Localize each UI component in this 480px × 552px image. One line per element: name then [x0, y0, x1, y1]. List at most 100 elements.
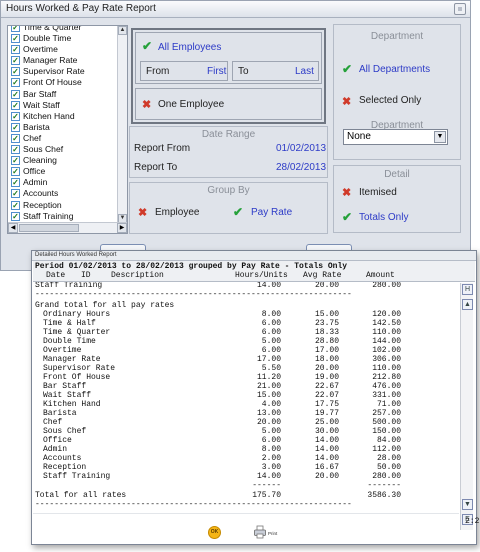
- pay-rate-item[interactable]: ✓ Supervisor Rate: [8, 66, 119, 77]
- pay-rate-item[interactable]: ✓ Staff Training: [8, 211, 119, 222]
- rate-row-hours: 5.50: [261, 364, 281, 373]
- pay-rate-item[interactable]: ✓ Overtime: [8, 44, 119, 55]
- report-body[interactable]: Staff Training 14.00 20.00 280.00 ------…: [33, 282, 459, 512]
- checkbox-checked-icon[interactable]: ✓: [11, 34, 20, 44]
- printer-icon[interactable]: [253, 525, 267, 539]
- pay-rate-checklist[interactable]: ✓ Time & Quarter ✓ Double Time ✓ Overtime ✓ Man…: [7, 25, 128, 234]
- report-from-date[interactable]: 01/02/2013: [276, 143, 326, 154]
- pay-rate-item[interactable]: ✓ Cleaning: [8, 155, 119, 166]
- pay-rate-item[interactable]: ✓ Sous Chef: [8, 144, 119, 155]
- pay-rate-item-label: Staff Training: [23, 210, 74, 221]
- report-vertical-scrollbar[interactable]: H ▲ ▼ E: [460, 283, 473, 530]
- check-icon: ✔: [342, 210, 353, 224]
- scroll-right-icon[interactable]: ▶: [117, 223, 127, 233]
- pay-rate-item[interactable]: ✓ Reception: [8, 200, 119, 211]
- rate-row-hours: 15.00: [256, 391, 281, 400]
- pay-rate-item[interactable]: ✓ Front Of House: [8, 77, 119, 88]
- checkbox-checked-icon[interactable]: ✓: [11, 133, 20, 143]
- pay-rate-item[interactable]: ✓ Barista: [8, 122, 119, 133]
- pay-rate-item[interactable]: ✓ Bar Staff: [8, 89, 119, 100]
- scroll-up-icon[interactable]: ▲: [118, 26, 127, 35]
- totals-only-option[interactable]: Totals Only: [359, 212, 408, 223]
- rate-row-amount: 112.00: [372, 445, 401, 454]
- checkbox-checked-icon[interactable]: ✓: [11, 178, 20, 188]
- checkbox-checked-icon[interactable]: ✓: [11, 56, 20, 66]
- rate-row-name: Admin: [43, 445, 68, 454]
- checklist-vertical-scrollbar[interactable]: ▲ ▼: [117, 26, 127, 223]
- checkbox-checked-icon[interactable]: ✓: [11, 156, 20, 166]
- to-employee-field[interactable]: To Last: [232, 61, 319, 81]
- checkbox-checked-icon[interactable]: ✓: [11, 145, 20, 155]
- report-period-line: Period 01/02/2013 to 28/02/2013 grouped …: [35, 262, 348, 271]
- rate-row-hours: 8.00: [261, 445, 281, 454]
- to-value[interactable]: Last: [295, 66, 314, 77]
- all-employees-box[interactable]: ✔ All Employees From First To Last: [135, 32, 322, 84]
- checkbox-checked-icon[interactable]: ✓: [11, 167, 20, 177]
- group-by-title: Group By: [207, 185, 250, 196]
- pay-rate-item[interactable]: ✓ Double Time: [8, 33, 119, 44]
- scroll-left-icon[interactable]: ◀: [8, 223, 18, 233]
- one-employee-option[interactable]: One Employee: [158, 99, 224, 110]
- print-label[interactable]: Print: [268, 531, 277, 536]
- pay-rate-item[interactable]: ✓ Time & Quarter: [8, 26, 119, 33]
- pay-rate-item[interactable]: ✓ Chef: [8, 133, 119, 144]
- checkbox-checked-icon[interactable]: ✓: [11, 100, 20, 110]
- detail-group: Detail ✖ Itemised ✔ Totals Only: [333, 165, 461, 233]
- pay-rate-item[interactable]: ✓ Office: [8, 166, 119, 177]
- pay-rate-item-label: Supervisor Rate: [23, 66, 85, 77]
- pay-rate-item[interactable]: ✓ Manager Rate: [8, 55, 119, 66]
- report-to-date[interactable]: 28/02/2013: [276, 162, 326, 173]
- from-employee-field[interactable]: From First: [140, 61, 228, 81]
- scroll-up-icon[interactable]: ▲: [462, 299, 473, 310]
- group-by-payrate-option[interactable]: Pay Rate: [251, 207, 292, 218]
- checkbox-checked-icon[interactable]: ✓: [11, 211, 20, 221]
- one-employee-box[interactable]: ✖ One Employee: [135, 88, 322, 120]
- rate-row-name: Chef: [43, 418, 63, 427]
- pay-rate-item[interactable]: ✓ Accounts: [8, 188, 119, 199]
- pay-rate-item[interactable]: ✓ Wait Staff: [8, 100, 119, 111]
- rate-row-name: Ordinary Hours: [43, 310, 111, 319]
- itemised-option[interactable]: Itemised: [359, 187, 397, 198]
- group-by-employee-option[interactable]: Employee: [155, 207, 199, 218]
- checkbox-checked-icon[interactable]: ✓: [11, 200, 20, 210]
- department-select[interactable]: None ▼: [343, 129, 448, 145]
- checkbox-checked-icon[interactable]: ✓: [11, 89, 20, 99]
- rate-row-name: Time & Quarter: [43, 328, 111, 337]
- check-icon: ✔: [342, 62, 353, 76]
- scroll-thumb[interactable]: [19, 224, 79, 232]
- scroll-home-button[interactable]: H: [462, 284, 473, 295]
- pay-rate-item-label: Accounts: [23, 188, 59, 199]
- checklist-horizontal-scrollbar[interactable]: ◀ ▶: [8, 222, 127, 233]
- checkbox-checked-icon[interactable]: ✓: [11, 26, 20, 32]
- all-employees-option[interactable]: All Employees: [158, 42, 221, 53]
- pay-rate-item[interactable]: ✓ Kitchen Hand: [8, 111, 119, 122]
- rate-row-avg: 18.33: [314, 328, 339, 337]
- rate-row-amount: 28.00: [376, 454, 401, 463]
- rate-row-amount: 120.00: [372, 310, 401, 319]
- rate-row-avg: 15.00: [314, 310, 339, 319]
- ok-button[interactable]: OK: [208, 526, 221, 539]
- rate-row-name: Wait Staff: [43, 391, 92, 400]
- rate-row-name: Staff Training: [43, 472, 111, 481]
- scroll-down-icon[interactable]: ▼: [462, 499, 473, 510]
- checkbox-checked-icon[interactable]: ✓: [11, 78, 20, 88]
- pay-rate-item[interactable]: ✓ Admin: [8, 177, 119, 188]
- rate-row-amount: 500.00: [372, 418, 401, 427]
- rate-row-avg: 14.00: [314, 454, 339, 463]
- rate-row-avg: 23.75: [314, 319, 339, 328]
- checkbox-checked-icon[interactable]: ✓: [11, 67, 20, 77]
- window-close-button[interactable]: [454, 3, 466, 15]
- selected-only-option[interactable]: Selected Only: [359, 95, 421, 106]
- col-amount-header: Amount: [366, 271, 395, 280]
- pay-rate-item-label: Manager Rate: [23, 55, 78, 66]
- checkbox-checked-icon[interactable]: ✓: [11, 45, 20, 55]
- checkbox-checked-icon[interactable]: ✓: [11, 122, 20, 132]
- rate-row-hours: 13.00: [256, 409, 281, 418]
- pay-rate-item-label: Chef: [23, 132, 42, 143]
- all-departments-option[interactable]: All Departments: [359, 64, 430, 75]
- department-select-value: None: [347, 131, 371, 142]
- chevron-down-icon[interactable]: ▼: [434, 131, 446, 143]
- from-value[interactable]: First: [207, 66, 226, 77]
- checkbox-checked-icon[interactable]: ✓: [11, 189, 20, 199]
- checkbox-checked-icon[interactable]: ✓: [11, 111, 20, 121]
